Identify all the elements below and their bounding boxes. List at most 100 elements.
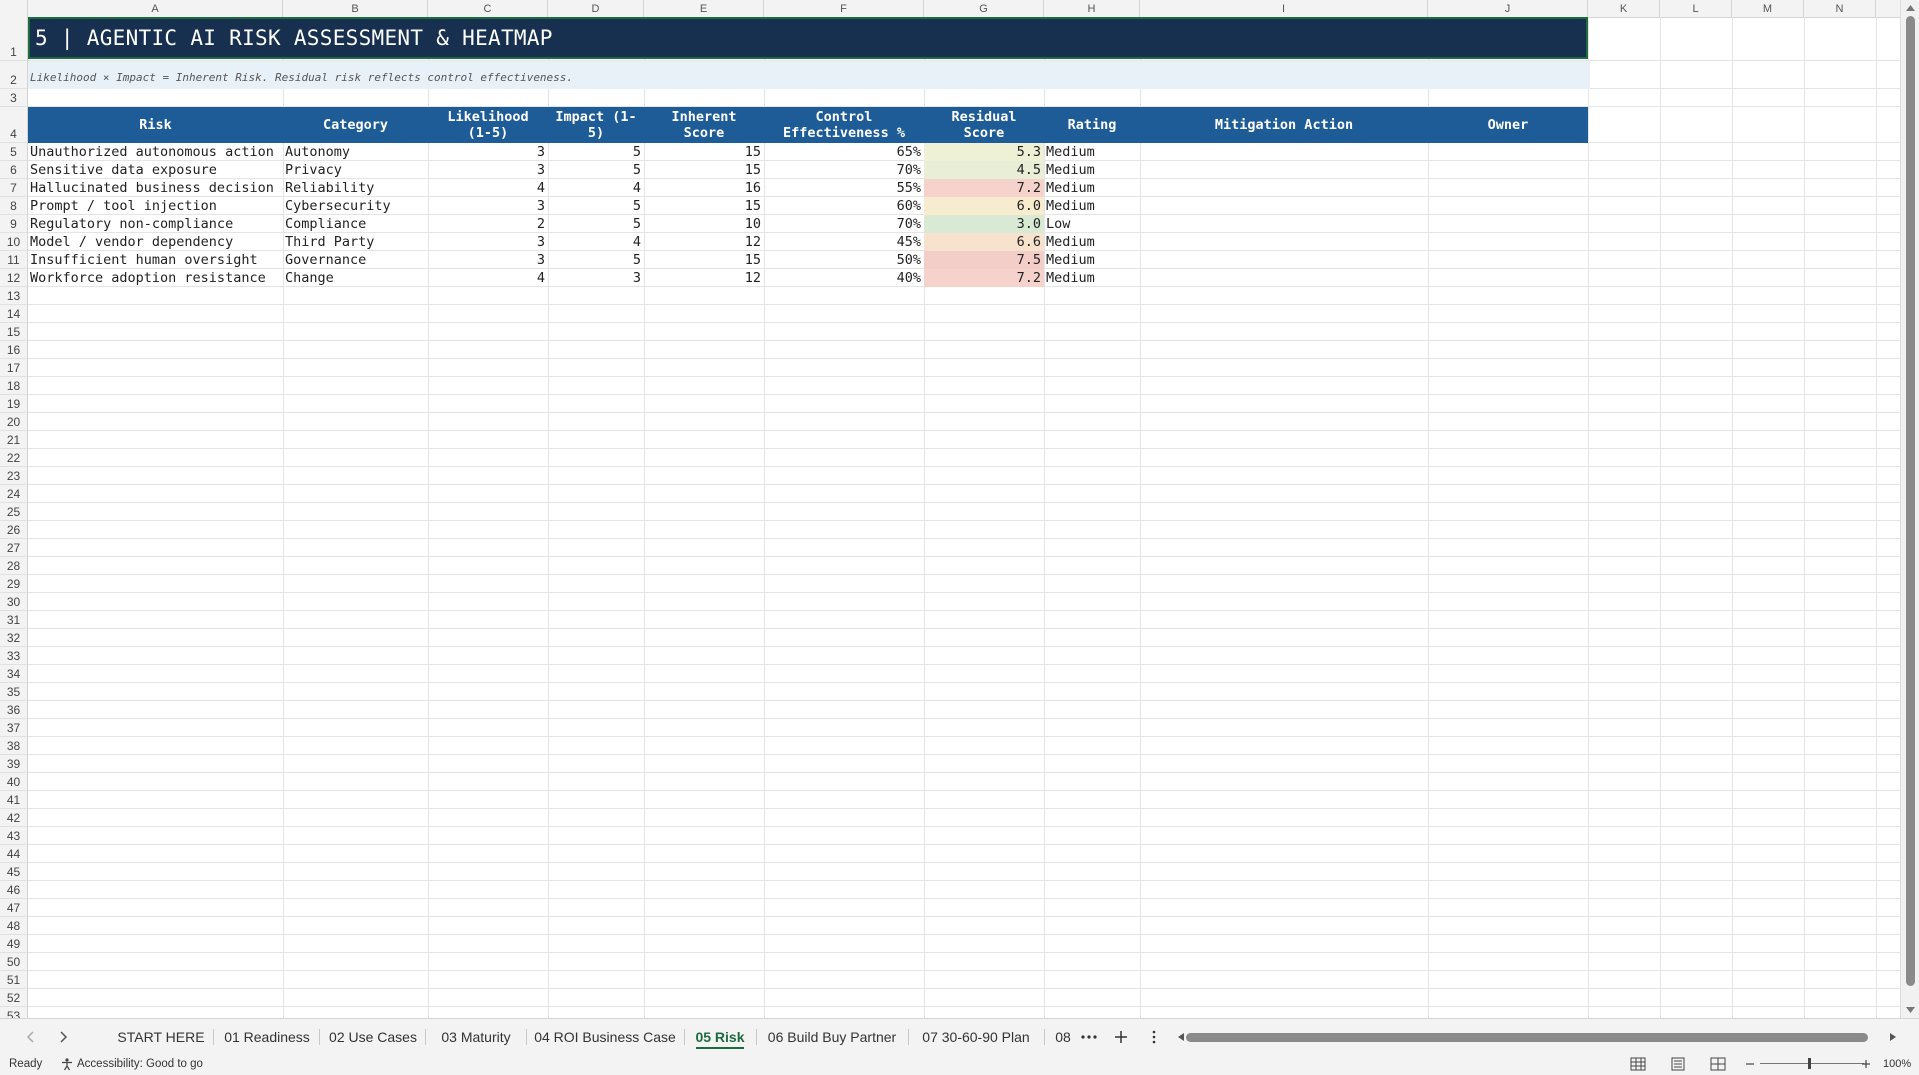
cell-category[interactable]: Change [283,269,428,287]
cell-residual-score[interactable]: 3.0 [924,215,1044,233]
column-header-j[interactable]: J [1428,0,1588,17]
normal-view-icon[interactable] [1630,1057,1646,1071]
row-header[interactable]: 40 [0,773,27,791]
row-header[interactable]: 22 [0,449,27,467]
cell-impact[interactable]: 5 [548,197,644,215]
row-header[interactable]: 52 [0,989,27,1007]
cell-control-effectiveness[interactable]: 50% [764,251,924,269]
row-header[interactable]: 10 [0,233,27,251]
more-sheets-icon[interactable] [1080,1030,1098,1044]
cell-likelihood[interactable]: 4 [428,179,548,197]
zoom-level[interactable]: 100% [1883,1058,1911,1070]
cell-residual-score[interactable]: 7.2 [924,179,1044,197]
row-header[interactable]: 30 [0,593,27,611]
accessibility-status[interactable]: Accessibility: Good to go [77,1058,203,1070]
zoom-in-icon[interactable] [1860,1058,1872,1070]
horizontal-scrollbar[interactable] [1176,1032,1896,1042]
cell-inherent-score[interactable]: 15 [644,143,764,161]
cell-rating[interactable]: Medium [1044,269,1140,287]
cell-risk[interactable]: Hallucinated business decision [28,179,283,197]
cell-likelihood[interactable]: 2 [428,215,548,233]
row-header[interactable]: 19 [0,395,27,413]
tab-08[interactable]: 08 [1048,1019,1078,1055]
row-header[interactable]: 14 [0,305,27,323]
row-header[interactable]: 50 [0,953,27,971]
header-mitigation-action[interactable]: Mitigation Action [1140,107,1428,143]
sheet-title[interactable]: 5 | AGENTIC AI RISK ASSESSMENT & HEATMAP [28,17,1588,59]
header-risk[interactable]: Risk [28,107,283,143]
column-header-d[interactable]: D [548,0,644,17]
cell-inherent-score[interactable]: 12 [644,269,764,287]
column-header-f[interactable]: F [764,0,924,17]
cell-mitigation-action[interactable] [1140,251,1428,269]
header-residual-score[interactable]: Residual Score [924,107,1044,143]
cell-risk[interactable]: Insufficient human oversight [28,251,283,269]
cell-control-effectiveness[interactable]: 70% [764,161,924,179]
row-header[interactable]: 1 [0,17,27,61]
select-all-corner[interactable] [0,0,28,17]
add-sheet-icon[interactable] [1113,1029,1129,1045]
cell-mitigation-action[interactable] [1140,269,1428,287]
row-header[interactable]: 37 [0,719,27,737]
row-header[interactable]: 8 [0,197,27,215]
row-header[interactable]: 4 [0,107,27,143]
horizontal-scroll-thumb[interactable] [1186,1033,1868,1042]
row-header[interactable]: 13 [0,287,27,305]
scroll-left-icon[interactable] [1176,1032,1186,1042]
cell-risk[interactable]: Model / vendor dependency [28,233,283,251]
header-control-effectiveness[interactable]: Control Effectiveness % [764,107,924,143]
cell-inherent-score[interactable]: 15 [644,161,764,179]
cell-control-effectiveness[interactable]: 40% [764,269,924,287]
header-likelihood[interactable]: Likelihood (1-5) [428,107,548,143]
tab-start-here[interactable]: START HERE [112,1019,210,1055]
header-inherent-score[interactable]: Inherent Score [644,107,764,143]
column-header-a[interactable]: A [28,0,283,17]
row-header[interactable]: 42 [0,809,27,827]
tab-04-roi-business-case[interactable]: 04 ROI Business Case [530,1019,680,1055]
cell-owner[interactable] [1428,269,1588,287]
sheet-subtitle[interactable]: Likelihood × Impact = Inherent Risk. Res… [28,61,1590,89]
page-layout-view-icon[interactable] [1670,1057,1686,1071]
cell-residual-score[interactable]: 7.5 [924,251,1044,269]
cell-control-effectiveness[interactable]: 65% [764,143,924,161]
cell-category[interactable]: Compliance [283,215,428,233]
cell-impact[interactable]: 4 [548,179,644,197]
row-header[interactable]: 25 [0,503,27,521]
tab-05-risk[interactable]: 05 Risk [688,1019,752,1055]
column-header-g[interactable]: G [924,0,1044,17]
row-header[interactable]: 16 [0,341,27,359]
cell-owner[interactable] [1428,197,1588,215]
worksheet-grid[interactable]: 5 | AGENTIC AI RISK ASSESSMENT & HEATMAP… [28,17,1900,1018]
row-header[interactable]: 32 [0,629,27,647]
cell-inherent-score[interactable]: 15 [644,251,764,269]
cell-control-effectiveness[interactable]: 55% [764,179,924,197]
cell-risk[interactable]: Unauthorized autonomous action [28,143,283,161]
row-header[interactable]: 39 [0,755,27,773]
vertical-scroll-thumb[interactable] [1906,16,1915,986]
row-header[interactable]: 53 [0,1007,27,1018]
row-header[interactable]: 29 [0,575,27,593]
row-header[interactable]: 12 [0,269,27,287]
row-header[interactable]: 36 [0,701,27,719]
scroll-up-icon[interactable] [1901,2,1919,14]
cell-control-effectiveness[interactable]: 45% [764,233,924,251]
row-header[interactable]: 21 [0,431,27,449]
column-header-h[interactable]: H [1044,0,1140,17]
tab-03-maturity[interactable]: 03 Maturity [430,1019,522,1055]
vertical-scrollbar[interactable] [1900,0,1919,1018]
row-header[interactable]: 6 [0,161,27,179]
row-header[interactable]: 26 [0,521,27,539]
tab-06-build-buy-partner[interactable]: 06 Build Buy Partner [760,1019,904,1055]
header-rating[interactable]: Rating [1044,107,1140,143]
cell-rating[interactable]: Medium [1044,161,1140,179]
row-header[interactable]: 44 [0,845,27,863]
cell-impact[interactable]: 4 [548,233,644,251]
column-header-n[interactable]: N [1804,0,1876,17]
tab-07-30-60-90-plan[interactable]: 07 30-60-90 Plan [912,1019,1040,1055]
column-header-e[interactable]: E [644,0,764,17]
cell-category[interactable]: Autonomy [283,143,428,161]
row-header[interactable]: 51 [0,971,27,989]
cell-inherent-score[interactable]: 16 [644,179,764,197]
scroll-down-icon[interactable] [1901,1004,1919,1016]
row-header[interactable]: 47 [0,899,27,917]
